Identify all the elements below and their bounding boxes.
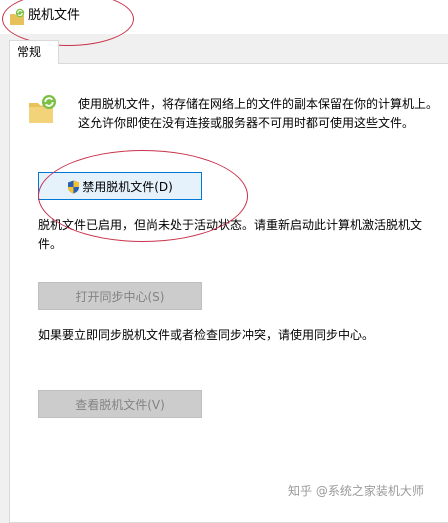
tab-general[interactable]: 常规	[9, 40, 59, 64]
sync-hint-text: 如果要立即同步脱机文件或者检查同步冲突，请使用同步中心。	[38, 328, 375, 342]
watermark-text: 知乎 @系统之家装机大师	[288, 484, 424, 498]
tab-general-label: 常规	[17, 45, 42, 59]
open-sync-center-button[interactable]: 打开同步中心(S)	[38, 282, 202, 310]
offline-folder-sync-icon	[29, 95, 56, 123]
open-sync-center-label: 打开同步中心(S)	[75, 289, 165, 304]
offline-files-description: 使用脱机文件，将存储在网络上的文件的副本保留在你的计算机上。这允许你即使在没有连…	[78, 97, 439, 130]
view-offline-files-label: 查看脱机文件(V)	[75, 397, 165, 412]
view-offline-files-button[interactable]: 查看脱机文件(V)	[38, 390, 202, 418]
annotation-ellipse-disable-button	[38, 150, 248, 242]
